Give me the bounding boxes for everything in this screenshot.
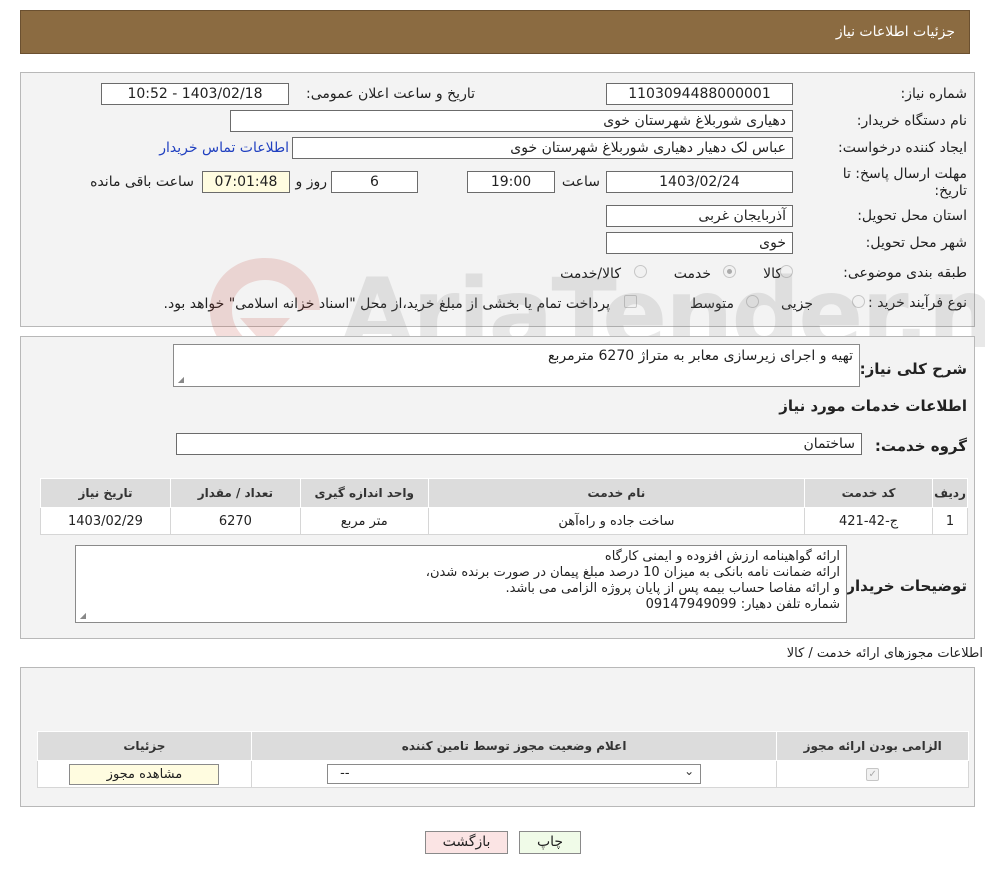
need-number-field: 1103094488000001 [606,83,793,105]
delivery-province-field: آذربایجان غربی [606,205,793,227]
chevron-down-icon: ⌄ [684,764,695,778]
category-option-both-label: کالا/خدمت [560,266,621,282]
cell-row-number: 1 [932,507,968,535]
required-services-title: اطلاعات خدمات مورد نیاز [779,397,967,415]
deadline-label-date: تاریخ: [934,183,967,199]
col-row-number: ردیف [932,478,968,508]
buyer-notes-field: ارائه گواهینامه ارزش افزوده و ایمنی کارگ… [75,545,847,623]
general-description-label: شرح کلی نیاز: [859,360,967,378]
announce-datetime-field: 1403/02/18 - 10:52 [101,83,289,105]
buyer-note-line: شماره تلفن دهیار: 09147949099 [645,597,840,612]
permit-status-select[interactable]: -- ⌄ [327,764,702,784]
category-option-both-radio[interactable] [634,265,647,278]
deadline-date-field: 1403/02/24 [606,171,793,193]
request-creator-field: عباس لک دهیار دهیاری شوربلاغ شهرستان خوی [292,137,793,159]
page-title: جزئیات اطلاعات نیاز [835,24,955,40]
service-group-label: گروه خدمت: [874,437,967,455]
deadline-time-label: ساعت [561,174,600,190]
cell-quantity: 6270 [169,507,301,535]
service-group-field: ساختمان [176,433,862,455]
col-permit-details: جزئیات [37,731,252,761]
permit-status-value: -- [340,766,350,781]
remaining-time-label: ساعت باقی مانده [90,174,194,190]
buyer-note-line: و ارائه مفاصا حساب بیمه پس از پایان پروژ… [505,581,840,596]
permits-table: الزامی بودن ارائه مجوز اعلام وضعیت مجوز … [37,731,969,788]
services-table-header: ردیف کد خدمت نام خدمت واحد اندازه گیری ت… [40,478,968,508]
col-permit-status: اعلام وضعیت مجوز توسط تامین کننده [250,731,778,761]
cell-permit-status: -- ⌄ [250,760,778,788]
deadline-time-field: 19:00 [467,171,555,193]
request-creator-label: ایجاد کننده درخواست: [838,140,967,156]
purchase-option-minor-radio[interactable] [852,295,865,308]
cell-service-name: ساخت جاده و راه‌آهن [427,507,806,535]
need-number-label: شماره نیاز: [900,86,968,102]
purchase-option-minor-label: جزیی [781,296,813,312]
page-header: جزئیات اطلاعات نیاز [20,10,970,54]
buyer-notes-label: توضیحات خریدار: [840,577,967,595]
cell-permit-details: مشاهده مجوز [37,760,252,788]
cell-need-date: 1403/02/29 [40,507,171,535]
category-option-service-radio[interactable] [723,265,736,278]
col-quantity: تعداد / مقدار [169,478,301,508]
purchase-type-label: نوع فرآیند خرید : [868,295,967,311]
col-service-code: کد خدمت [804,478,934,508]
cell-service-code: ج-42-421 [804,507,934,535]
general-description-field: تهیه و اجرای زیرسازی معابر به متراژ 6270… [173,344,860,387]
general-description-text: تهیه و اجرای زیرسازی معابر به متراژ 6270… [548,348,853,364]
treasury-payment-checkbox[interactable] [624,295,637,308]
buyer-note-line: ارائه ضمانت نامه بانکی به میزان 10 درصد … [425,565,840,580]
remaining-time-field: 07:01:48 [202,171,290,193]
col-need-date: تاریخ نیاز [40,478,171,508]
col-permit-required: الزامی بودن ارائه مجوز [776,731,969,761]
col-unit: واحد اندازه گیری [299,478,429,508]
table-row: ✓ -- ⌄ مشاهده مجوز [37,760,969,788]
buyer-org-field: دهیاری شوربلاغ شهرستان خوی [230,110,793,132]
permits-section-title: اطلاعات مجوزهای ارائه خدمت / کالا [786,646,983,661]
delivery-province-label: استان محل تحویل: [857,208,967,224]
announce-datetime-label: تاریخ و ساعت اعلان عمومی: [306,86,475,102]
delivery-city-label: شهر محل تحویل: [865,235,967,251]
buyer-note-line: ارائه گواهینامه ارزش افزوده و ایمنی کارگ… [604,549,840,564]
cell-permit-required: ✓ [776,760,969,788]
category-option-service-label: خدمت [673,266,711,282]
col-service-name: نام خدمت [427,478,806,508]
resize-grip-icon[interactable]: ◢ [176,376,184,384]
table-row: 1 ج-42-421 ساخت جاده و راه‌آهن متر مربع … [40,507,968,535]
category-option-goods-radio[interactable] [780,265,793,278]
category-option-goods-label: کالا [763,266,782,282]
deadline-label: مهلت ارسال پاسخ: تا [842,166,967,182]
buyer-org-label: نام دستگاه خریدار: [856,113,967,129]
back-button[interactable]: بازگشت [425,831,508,854]
services-table: ردیف کد خدمت نام خدمت واحد اندازه گیری ت… [40,478,968,535]
resize-grip-icon[interactable]: ◢ [78,612,86,620]
view-permit-button[interactable]: مشاهده مجوز [69,763,220,785]
permit-required-checkbox: ✓ [866,767,880,781]
purchase-option-medium-label: متوسط [690,296,734,312]
purchase-option-medium-radio[interactable] [746,295,759,308]
print-button[interactable]: چاپ [519,831,581,854]
buyer-contact-link[interactable]: اطلاعات تماس خریدار [159,140,289,156]
days-label: روز و [295,174,328,190]
remaining-days-field: 6 [331,171,418,193]
treasury-payment-note: پرداخت تمام یا بخشی از مبلغ خرید،از محل … [163,296,610,312]
category-label: طبقه بندی موضوعی: [843,265,967,281]
delivery-city-field: خوی [606,232,793,254]
permits-table-header: الزامی بودن ارائه مجوز اعلام وضعیت مجوز … [37,731,969,761]
cell-unit: متر مربع [299,507,429,535]
